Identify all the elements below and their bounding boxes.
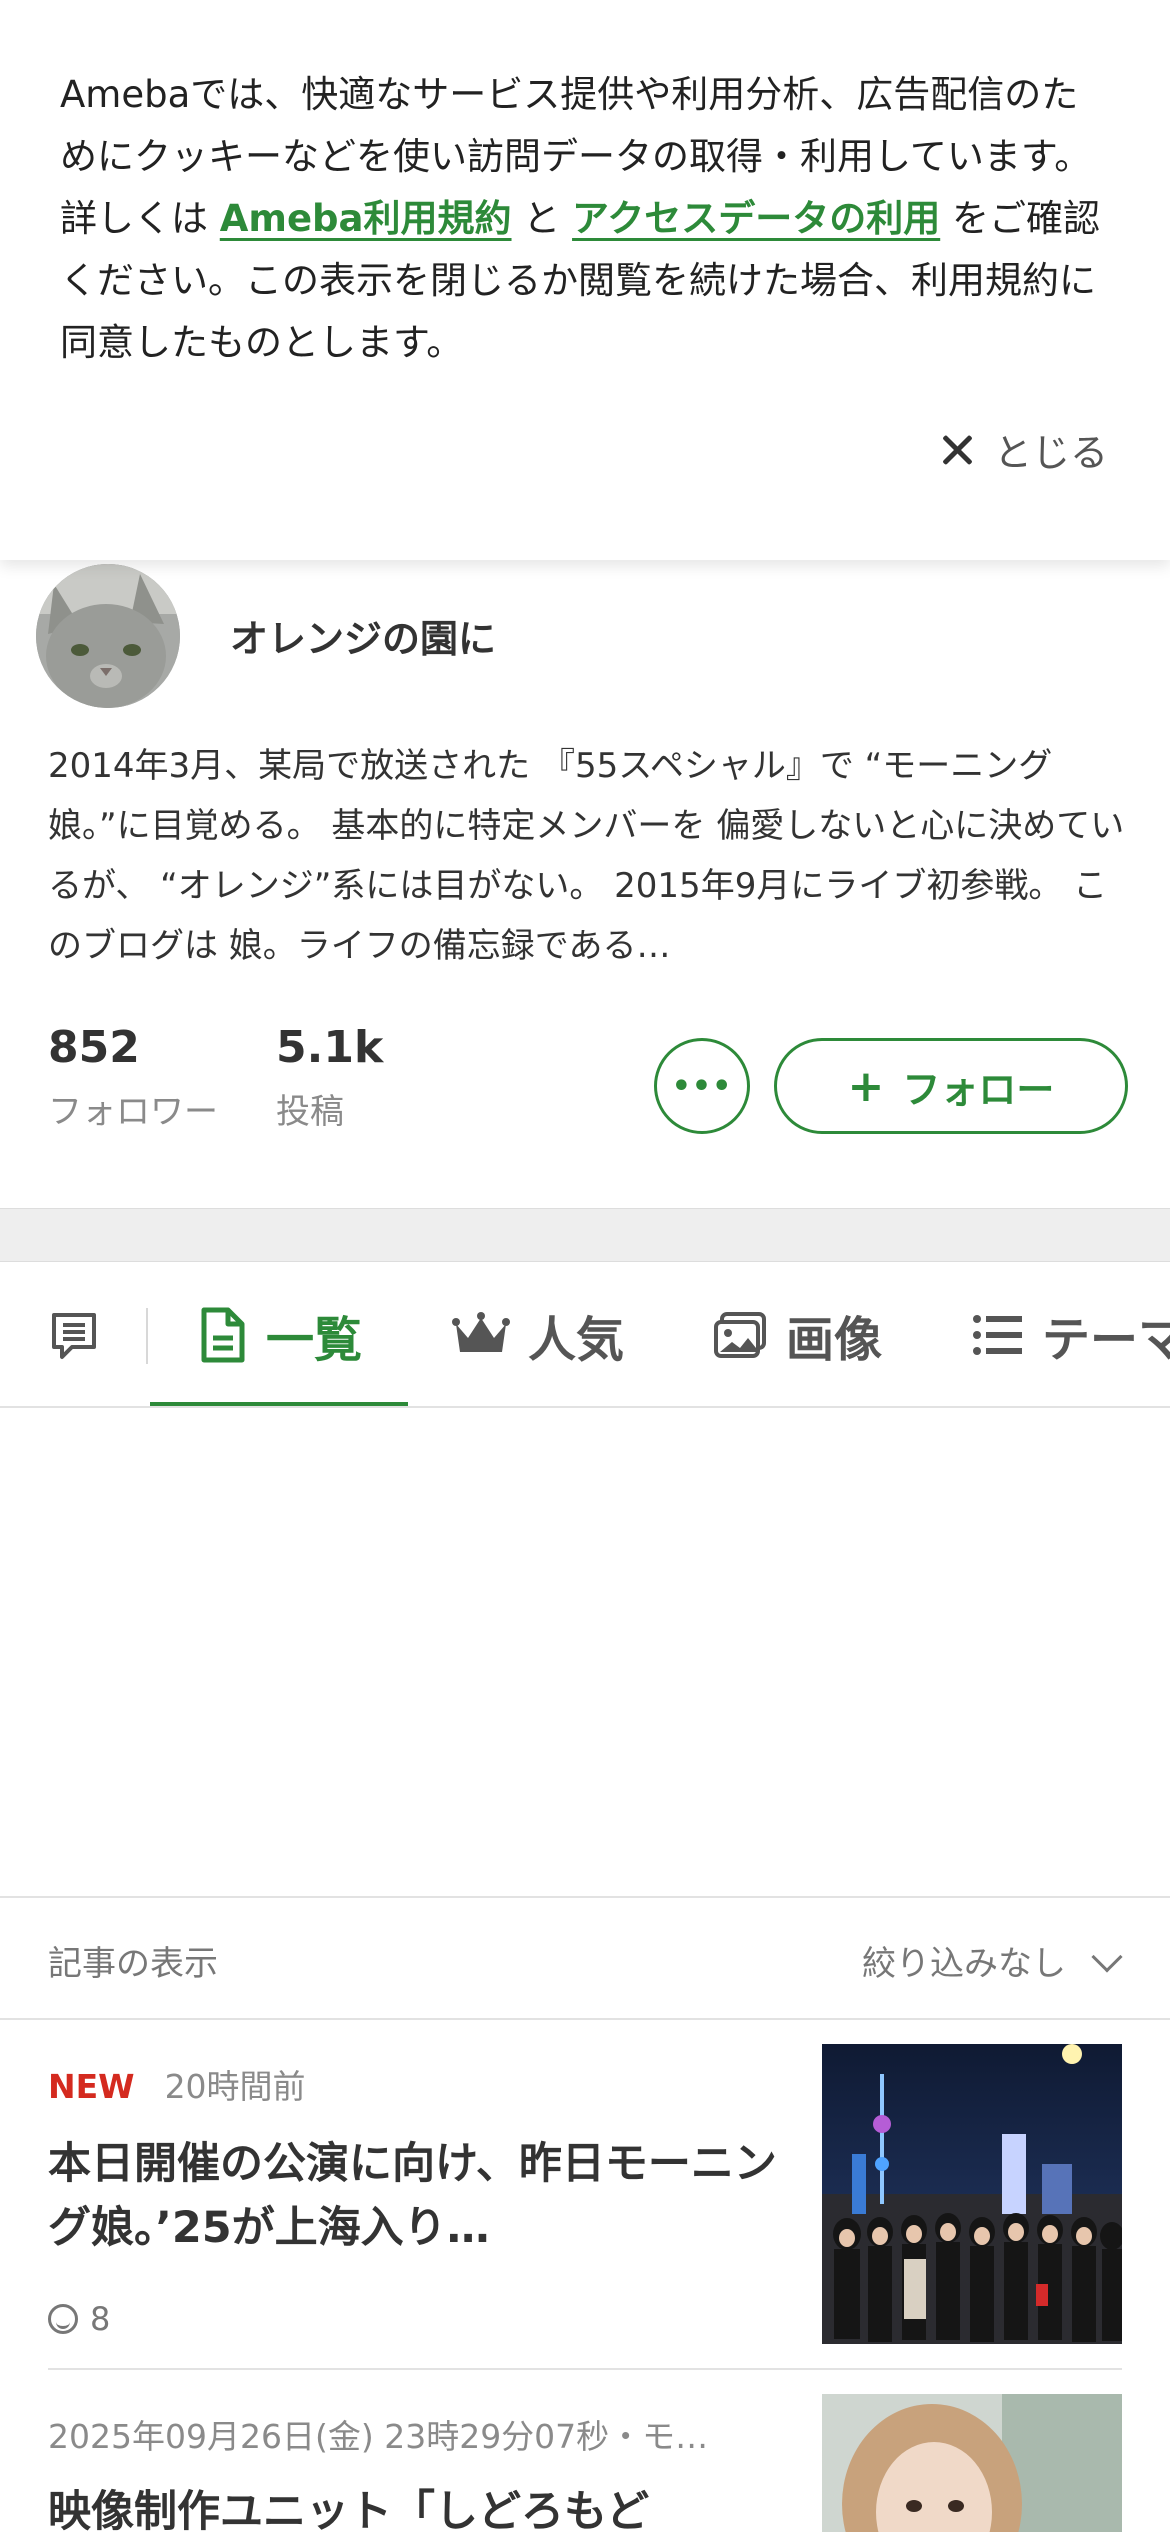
tab-label: 一覧 [266, 1312, 363, 1368]
followers-count: 852 [48, 1022, 140, 1073]
portrait-photo [822, 2394, 1122, 2532]
reaction-count: 8 [48, 2300, 110, 2338]
tab-divider [146, 1308, 148, 1364]
cookie-consent-banner: Amebaでは、快適なサービス提供や利用分析、広告配信のためにクッキーなどを使い… [0, 0, 1170, 560]
article-item[interactable]: NEW 20時間前 本日開催の公演に向け、昨日モーニング娘。’25が上海入り… 8 [48, 2044, 1122, 2370]
close-icon [940, 433, 974, 467]
night-city-group-photo [822, 2044, 1122, 2344]
image-icon [714, 1312, 766, 1358]
document-icon [201, 1307, 245, 1363]
blog-name[interactable]: オレンジの園に [230, 608, 496, 663]
article-item[interactable]: 2025年09月26日(金) 23時29分07秒・モ… 映像制作ユニット「しどろ… [48, 2394, 1122, 2532]
cookie-close-label: とじる [993, 431, 1108, 475]
cat-avatar-image [36, 564, 180, 708]
section-divider [0, 1208, 1170, 1262]
filter-dropdown[interactable]: 絞り込みなし [862, 1936, 1123, 1985]
tab-list[interactable]: 一覧 [198, 1262, 363, 1406]
tab-label: テーマ [1042, 1312, 1170, 1368]
speech-bubble-icon [52, 1313, 96, 1359]
reaction-count-value: 8 [90, 2300, 111, 2338]
filter-value: 絞り込みなし [862, 1944, 1066, 1984]
plus-icon: + [847, 1060, 885, 1112]
active-tab-indicator [150, 1402, 408, 1406]
tab-label: 画像 [786, 1312, 883, 1368]
cookie-close-button[interactable]: とじる [940, 422, 1108, 477]
posts-stat: 5.1k 投稿 [276, 1022, 383, 1133]
article-meta: 2025年09月26日(金) 23時29分07秒・モ… [48, 2410, 708, 2458]
article-meta: NEW 20時間前 [48, 2060, 306, 2108]
posts-count: 5.1k [276, 1022, 384, 1073]
followers-label: フォロワー [48, 1092, 218, 1132]
filter-label: 記事の表示 [48, 1944, 218, 1984]
article-time: 2025年09月26日(金) 23時29分07秒・モ… [48, 2417, 709, 2456]
new-badge: NEW [48, 2067, 135, 2106]
follow-button[interactable]: + フォロー [774, 1038, 1128, 1134]
article-time: 20時間前 [164, 2067, 306, 2106]
posts-label: 投稿 [276, 1092, 344, 1132]
more-options-button[interactable]: ••• [654, 1038, 750, 1134]
article-thumbnail[interactable] [822, 2044, 1122, 2344]
list-icon [973, 1315, 1022, 1355]
article-filter-bar: 記事の表示 絞り込みなし [0, 1896, 1170, 2020]
article-thumbnail[interactable] [822, 2394, 1122, 2532]
blog-description: 2014年3月、某局で放送された 『55スペシャル』で “モーニング娘。”に目覚… [48, 746, 1125, 966]
follow-label: フォロー [902, 1067, 1055, 1112]
article-title[interactable]: 本日開催の公演に向け、昨日モーニング娘。’25が上海入り… [48, 2132, 788, 2260]
cookie-notice-text: Amebaでは、快適なサービス提供や利用分析、広告配信のためにクッキーなどを使い… [60, 64, 1110, 374]
tab-popular[interactable]: 人気 [452, 1262, 625, 1406]
access-data-link[interactable]: アクセスデータの利用 [572, 197, 940, 240]
cookie-text-part: と [511, 197, 573, 240]
tab-themes[interactable]: テーマ [972, 1262, 1170, 1406]
tab-blog-top[interactable] [46, 1262, 120, 1406]
followers-stat[interactable]: 852 フォロワー [48, 1022, 218, 1133]
crown-icon [452, 1312, 510, 1352]
chevron-down-icon [1091, 1940, 1123, 1973]
tab-images[interactable]: 画像 [712, 1262, 883, 1406]
terms-link[interactable]: Ameba利用規約 [220, 197, 512, 240]
avatar[interactable] [36, 564, 180, 708]
tab-label: 人気 [528, 1312, 625, 1368]
ellipsis-icon: ••• [671, 1068, 733, 1104]
blog-tabs: 一覧 人気 画像 テーマ [0, 1262, 1170, 1408]
smile-icon [48, 2304, 78, 2334]
article-title[interactable]: 映像制作ユニット「しどろもど [48, 2480, 788, 2532]
